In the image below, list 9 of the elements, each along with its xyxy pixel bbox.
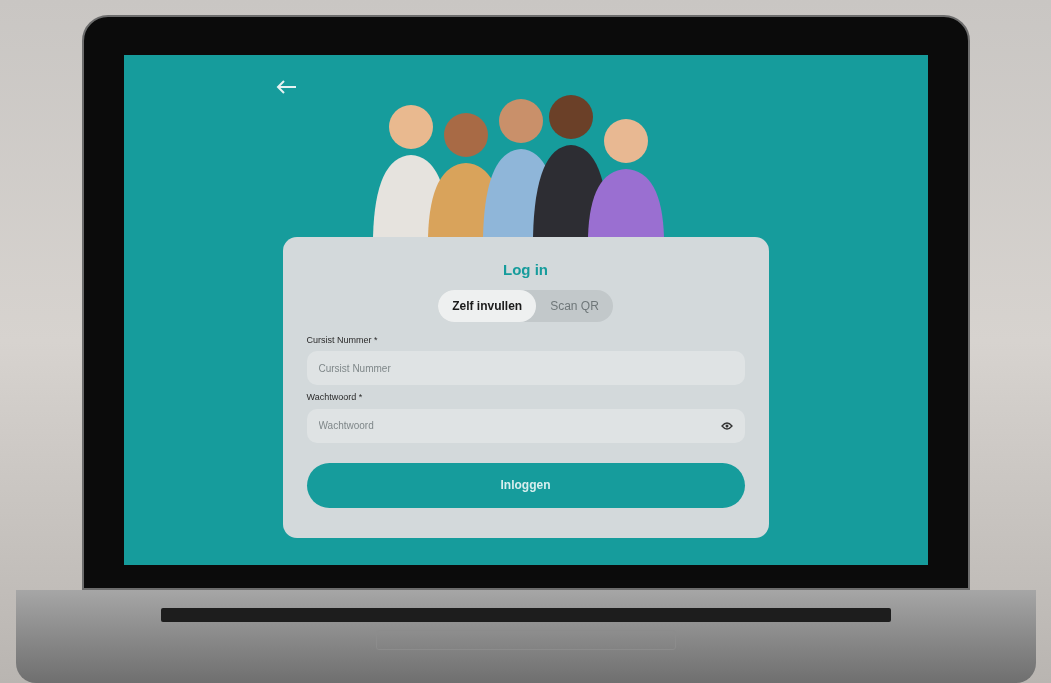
tab[interactable]: Scan QR bbox=[536, 289, 613, 322]
login-button[interactable]: Inloggen bbox=[306, 462, 745, 508]
tab[interactable]: Zelf invullen bbox=[438, 289, 537, 322]
eye-icon[interactable] bbox=[720, 421, 733, 430]
input-field[interactable]: Cursist Nummer bbox=[306, 351, 745, 385]
input-field[interactable]: Wachtwoord bbox=[306, 408, 745, 443]
field-label: Wachtwoord * bbox=[306, 391, 364, 404]
login-title: Log in bbox=[503, 260, 548, 280]
field-label: Cursist Nummer * bbox=[306, 333, 379, 347]
